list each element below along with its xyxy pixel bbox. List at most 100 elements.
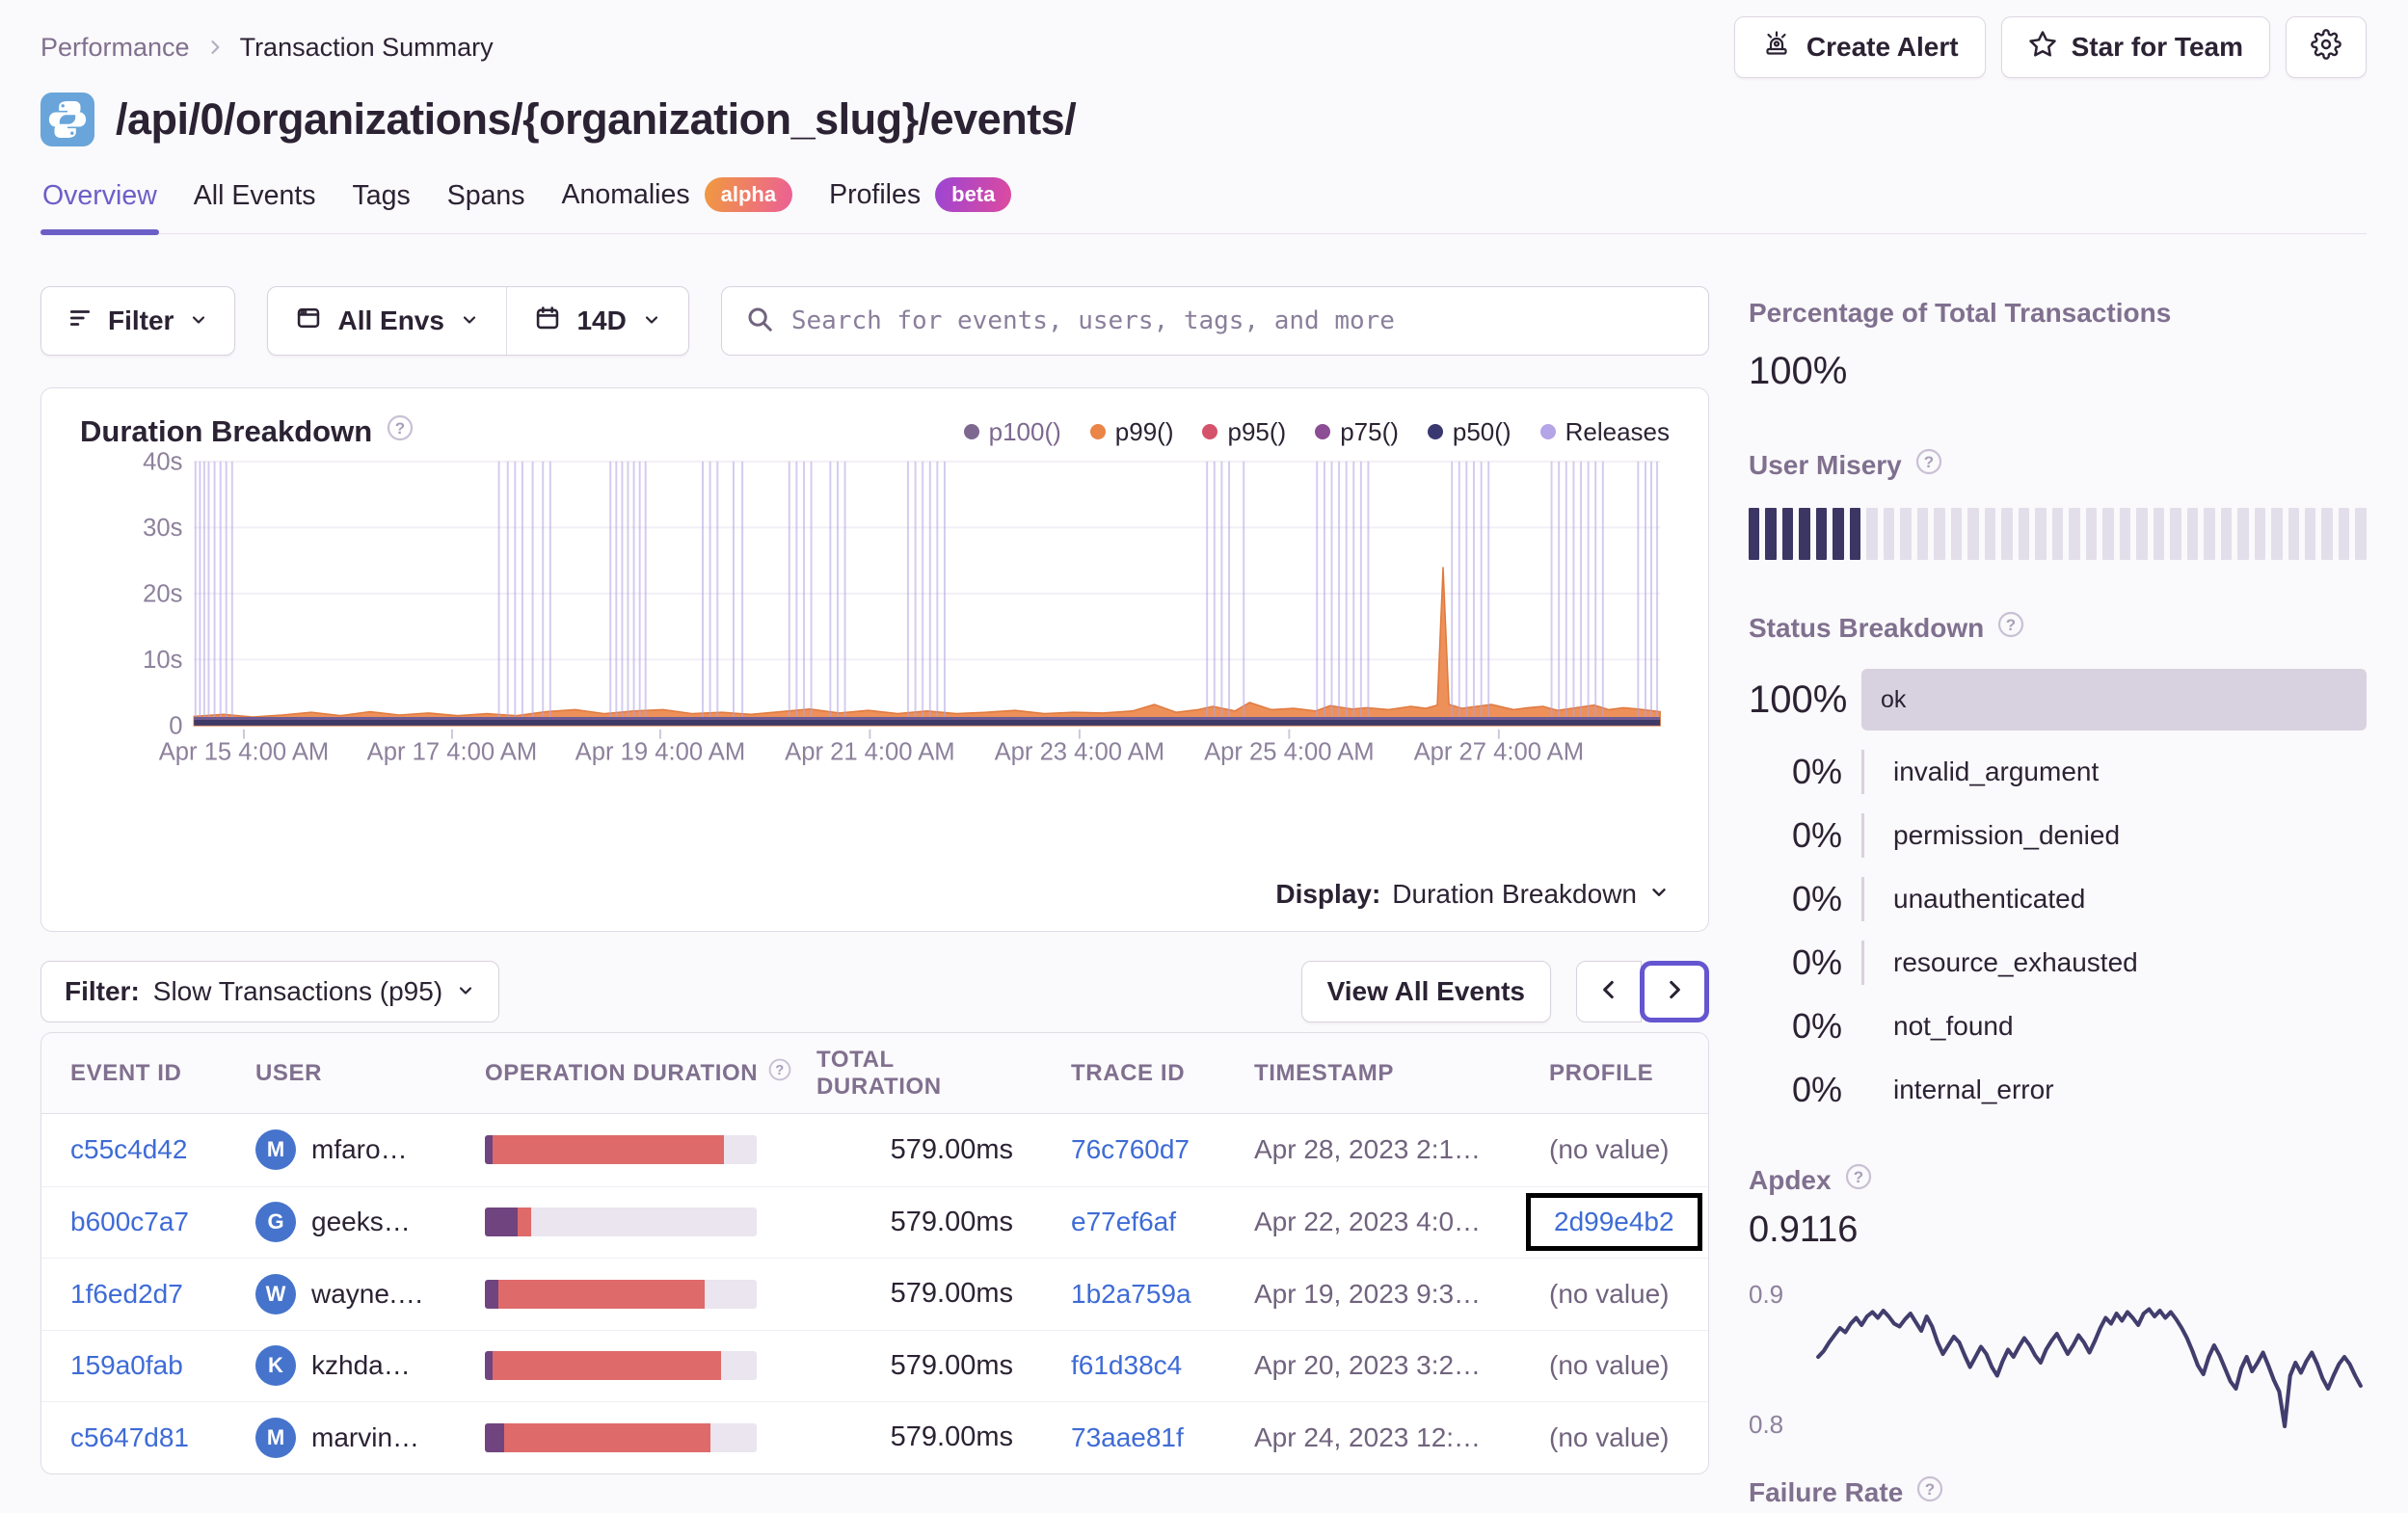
svg-text:Apr 17 4:00 AM: Apr 17 4:00 AM [367, 738, 538, 765]
legend-item-Releases[interactable]: Releases [1539, 417, 1670, 447]
chevron-down-icon [189, 305, 208, 336]
legend-item-p95[interactable]: p95() [1202, 417, 1286, 447]
status-percent: 0% [1791, 1006, 1842, 1046]
cell-timestamp: Apr 24, 2023 12:… [1254, 1421, 1482, 1452]
column-total-duration: TOTAL DURATION [816, 1046, 942, 1100]
event-id-link[interactable]: 159a0fab [70, 1350, 183, 1380]
misery-segment-empty [2136, 508, 2148, 560]
trace-id-link[interactable]: f61d38c4 [1071, 1350, 1182, 1380]
event-id-link[interactable]: b600c7a7 [70, 1207, 189, 1236]
svg-text:Apr 15 4:00 AM: Apr 15 4:00 AM [159, 738, 330, 765]
column-operation-duration: OPERATION DURATION ? [485, 1057, 816, 1089]
total-transactions-value: 100% [1749, 350, 1848, 392]
op-segment-db [485, 1208, 518, 1237]
duration-chart-svg: 0 10s 20s 30s 40s Apr 15 4:00 AM Apr 17 4:00 A… [143, 452, 1661, 765]
misery-segment-empty [1883, 508, 1895, 560]
previous-page-button[interactable] [1576, 961, 1642, 1022]
apdex-y-bottom-label: 0.8 [1749, 1410, 1784, 1439]
legend-item-p99[interactable]: p99() [1089, 417, 1173, 447]
operation-duration-bar [485, 1135, 757, 1165]
trace-id-link[interactable]: e77ef6af [1071, 1207, 1176, 1236]
search-input[interactable] [790, 306, 1685, 335]
profile-link[interactable]: 2d99e4b2 [1554, 1207, 1674, 1237]
status-percent: 0% [1791, 752, 1842, 791]
trace-id-link[interactable]: 73aae81f [1071, 1422, 1184, 1452]
events-table: EVENT ID USER OPERATION DURATION ? TOTAL… [40, 1032, 1709, 1474]
user-name: marvin… [311, 1421, 420, 1452]
help-icon[interactable]: ? [1996, 610, 2025, 646]
tab-spans[interactable]: Spans [445, 174, 527, 233]
star-for-team-button[interactable]: Star for Team [2000, 16, 2270, 78]
misery-segment-empty [2288, 508, 2299, 560]
legend-dot [963, 424, 979, 439]
help-icon[interactable]: ? [1915, 1474, 1944, 1510]
cell-total-duration: 579.00ms [890, 1421, 1013, 1453]
legend-dot [1315, 424, 1331, 439]
next-page-button[interactable] [1640, 961, 1709, 1022]
environment-dropdown[interactable]: All Envs [268, 287, 505, 355]
svg-text:10s: 10s [143, 647, 182, 674]
transaction-summary-page: Performance Transaction Summary Create A… [0, 0, 2408, 1513]
op-segment-http [493, 1135, 725, 1165]
legend-item-p50[interactable]: p50() [1427, 417, 1512, 447]
misery-segment-empty [2035, 508, 2047, 560]
column-profile: PROFILE [1549, 1059, 1654, 1086]
profile-no-value: (no value) [1549, 1421, 1670, 1452]
settings-button[interactable] [2286, 16, 2367, 78]
misery-segment-filled [1849, 508, 1861, 560]
display-dropdown[interactable]: Display: Duration Breakdown [80, 879, 1670, 910]
cell-total-duration: 579.00ms [890, 1349, 1013, 1381]
event-id-link[interactable]: 1f6ed2d7 [70, 1279, 183, 1309]
event-id-link[interactable]: c55c4d42 [70, 1134, 187, 1164]
profile-highlight-box: 2d99e4b2 [1526, 1193, 1702, 1252]
status-zero-bar [1861, 941, 1864, 985]
misery-segment-empty [2119, 508, 2131, 560]
legend-item-p100[interactable]: p100() [963, 417, 1061, 447]
misery-segment-empty [2102, 508, 2114, 560]
svg-text:?: ? [1924, 453, 1934, 471]
help-icon[interactable]: ? [767, 1057, 792, 1089]
transactions-filter-dropdown[interactable]: Filter: Slow Transactions (p95) [40, 961, 500, 1022]
help-icon[interactable]: ? [386, 413, 415, 450]
user-name: wayne.… [311, 1278, 424, 1309]
cell-event-id: 159a0fab [70, 1350, 255, 1381]
help-icon[interactable]: ? [1914, 447, 1943, 483]
cell-user: Wwayne.… [255, 1273, 485, 1314]
breadcrumb-performance[interactable]: Performance [40, 33, 190, 63]
tab-tags[interactable]: Tags [351, 174, 413, 233]
failure-rate-title: Failure Rate ? [1749, 1474, 2367, 1510]
help-icon[interactable]: ? [1844, 1162, 1873, 1198]
tab-anomalies[interactable]: Anomalies alpha [560, 172, 795, 233]
misery-segment-filled [1749, 508, 1760, 560]
legend-item-p75[interactable]: p75() [1315, 417, 1399, 447]
status-percent: 0% [1791, 942, 1842, 982]
misery-segment-empty [2085, 508, 2098, 560]
svg-text:?: ? [775, 1063, 785, 1078]
search-icon [745, 305, 774, 338]
event-id-link[interactable]: c5647d81 [70, 1422, 189, 1452]
trace-id-link[interactable]: 76c760d7 [1071, 1134, 1190, 1164]
create-alert-button[interactable]: Create Alert [1733, 16, 1986, 78]
cell-trace-id: 76c760d7 [1017, 1134, 1254, 1165]
misery-segment-empty [2069, 508, 2080, 560]
misery-segment-empty [2051, 508, 2064, 560]
cell-trace-id: 1b2a759a [1017, 1279, 1254, 1310]
op-segment-db [485, 1422, 504, 1452]
filter-dropdown[interactable]: Filter [40, 286, 236, 356]
cell-timestamp: Apr 28, 2023 2:1… [1254, 1134, 1482, 1165]
status-breakdown-title: Status Breakdown ? [1749, 610, 2367, 646]
cell-operation-duration [485, 1208, 816, 1237]
view-all-events-button[interactable]: View All Events [1300, 961, 1551, 1022]
trace-id-link[interactable]: 1b2a759a [1071, 1279, 1191, 1309]
user-misery-title: User Misery ? [1749, 447, 2367, 483]
beta-badge: beta [935, 177, 1012, 212]
tab-overview[interactable]: Overview [40, 174, 159, 235]
cell-event-id: c55c4d42 [70, 1134, 255, 1165]
misery-segment-empty [1967, 508, 1979, 560]
tab-all-events[interactable]: All Events [192, 174, 318, 233]
window-icon [295, 305, 322, 338]
tab-profiles[interactable]: Profiles beta [827, 172, 1013, 233]
misery-segment-filled [1781, 508, 1794, 560]
status-label: invalid_argument [1893, 756, 2100, 786]
date-range-dropdown[interactable]: 14D [507, 287, 687, 355]
